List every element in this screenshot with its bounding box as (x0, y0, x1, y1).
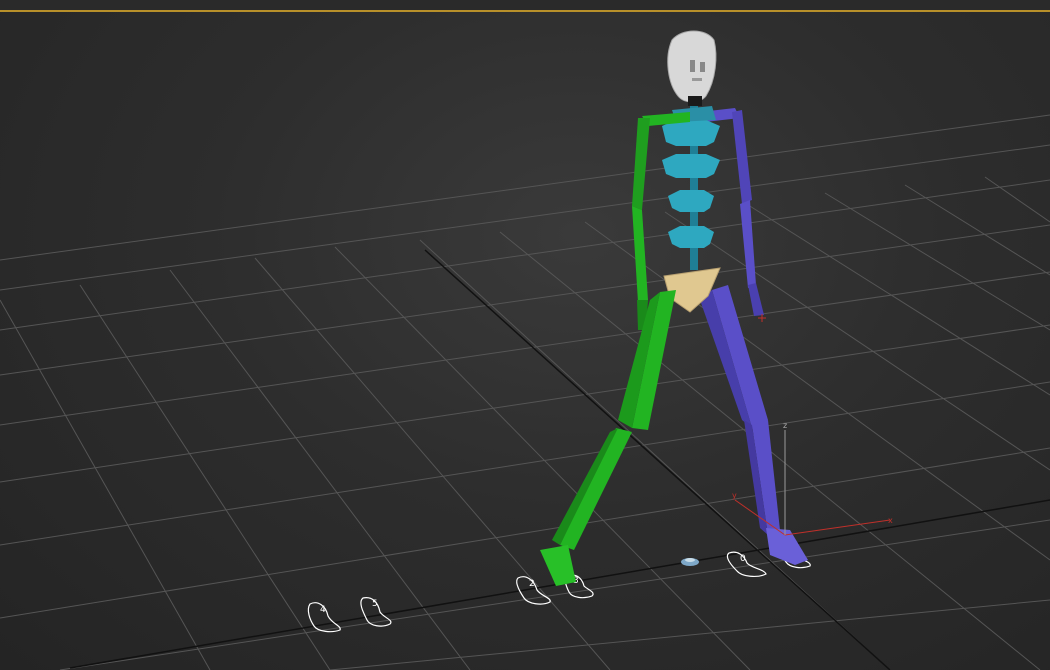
viewport-scene[interactable]: 4 5 2 3 0 1 (0, 0, 1050, 670)
gizmo-y-label: y (732, 491, 737, 500)
center-of-mass-marker[interactable] (681, 558, 699, 566)
ground-grid (0, 114, 1050, 670)
footstep-label: 4 (320, 605, 326, 615)
biped-right-side[interactable] (700, 108, 808, 565)
biped-left-side[interactable] (540, 112, 690, 586)
footstep-label: 0 (740, 554, 746, 564)
home-grid-axes (69, 249, 1050, 670)
biped-head[interactable] (667, 30, 717, 106)
footstep-4[interactable]: 4 (307, 602, 341, 633)
gizmo-x-label: x (888, 516, 893, 525)
footstep-label: 5 (372, 599, 378, 609)
gizmo-z-label: z (783, 421, 787, 430)
footstep-label: 2 (529, 579, 535, 589)
biped-spine[interactable] (662, 100, 720, 270)
gizmo-x-axis[interactable] (784, 519, 891, 536)
perspective-viewport[interactable]: 4 5 2 3 0 1 (0, 0, 1050, 670)
